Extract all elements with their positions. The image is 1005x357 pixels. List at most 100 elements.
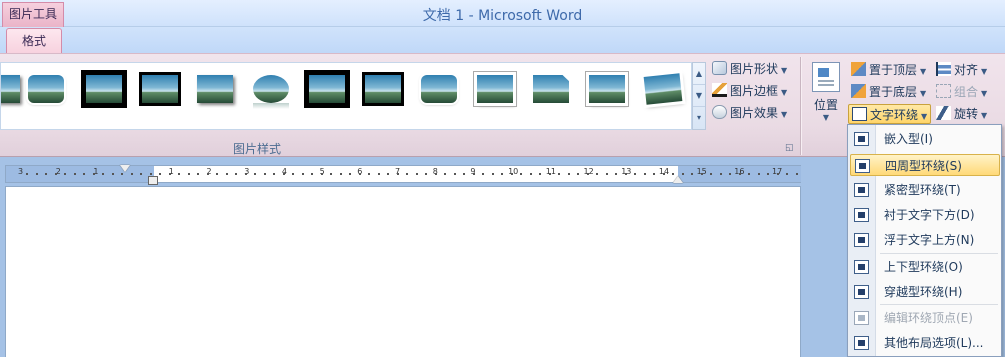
ruler-dot bbox=[64, 173, 66, 175]
style-thumb[interactable] bbox=[250, 72, 294, 109]
right-indent-marker[interactable] bbox=[673, 176, 683, 183]
style-thumb[interactable] bbox=[1, 72, 25, 108]
send-to-back-icon bbox=[851, 84, 866, 98]
style-thumb[interactable] bbox=[362, 72, 406, 108]
ruler-dot bbox=[292, 173, 294, 175]
ruler-dot bbox=[26, 173, 28, 175]
document-page[interactable] bbox=[5, 186, 801, 357]
ruler-dot bbox=[254, 173, 256, 175]
menu-item-label: 浮于文字上方(N) bbox=[884, 233, 975, 247]
ruler-dot bbox=[149, 173, 152, 175]
wrap-style-icon bbox=[854, 132, 869, 146]
menu-item-square[interactable]: 四周型环绕(S) bbox=[850, 154, 1000, 176]
picture-border-button[interactable]: 图片边框 ▼ bbox=[712, 81, 787, 101]
menu-item-in-front-of-text[interactable]: 浮于文字上方(N) bbox=[850, 229, 1000, 251]
menu-item-through[interactable]: 穿越型环绕(H) bbox=[850, 281, 1000, 303]
first-line-indent-marker[interactable] bbox=[120, 165, 130, 172]
ruler-dot bbox=[320, 173, 323, 175]
ruler-dot bbox=[548, 173, 551, 175]
ruler-dot bbox=[197, 173, 199, 175]
ruler-dot bbox=[729, 173, 731, 175]
ruler-dot bbox=[83, 173, 85, 175]
align-label: 对齐 bbox=[954, 63, 979, 77]
picture-shape-icon bbox=[712, 61, 727, 75]
picture-effects-icon bbox=[712, 105, 727, 119]
menu-item-label: 紧密型环绕(T) bbox=[884, 183, 961, 197]
bring-to-front-button[interactable]: 置于顶层 ▼ bbox=[851, 60, 926, 80]
style-thumb[interactable] bbox=[530, 72, 574, 108]
group-button[interactable]: 组合 ▼ bbox=[936, 82, 987, 102]
style-thumb[interactable] bbox=[418, 72, 462, 108]
picture-styles-gallery bbox=[0, 62, 692, 130]
picture-border-label: 图片边框 bbox=[730, 84, 779, 98]
ruler-dot bbox=[539, 173, 541, 175]
menu-item-top-and-bottom[interactable]: 上下型环绕(O) bbox=[850, 256, 1000, 278]
picture-styles-group-label: 图片样式 bbox=[232, 142, 281, 156]
gallery-more-icon[interactable]: ▾ bbox=[693, 107, 705, 129]
menu-item-behind-text[interactable]: 衬于文字下方(D) bbox=[850, 204, 1000, 226]
ruler-dot bbox=[301, 173, 304, 175]
ruler-dot bbox=[681, 173, 684, 175]
send-to-back-button[interactable]: 置于底层 ▼ bbox=[851, 82, 926, 102]
menu-item-label: 上下型环绕(O) bbox=[884, 260, 963, 274]
menu-item-label: 穿越型环绕(H) bbox=[884, 285, 963, 299]
ruler-dot bbox=[738, 173, 741, 175]
position-label: 位置 bbox=[813, 98, 838, 112]
style-thumb[interactable] bbox=[474, 72, 518, 108]
picture-effects-button[interactable]: 图片效果 ▼ bbox=[712, 103, 787, 123]
wrap-style-icon bbox=[855, 159, 870, 173]
style-thumb[interactable] bbox=[586, 72, 630, 108]
ruler-dot bbox=[691, 173, 693, 175]
wrap-style-icon bbox=[854, 260, 869, 274]
ruler-dot bbox=[35, 173, 38, 175]
ruler-dot bbox=[45, 173, 47, 175]
ruler-dot bbox=[672, 173, 674, 175]
dialog-launcher-icon[interactable]: ◱ bbox=[785, 143, 795, 153]
menu-item-more-layout-options[interactable]: 其他布局选项(L)... bbox=[850, 332, 1000, 354]
chevron-down-icon: ▼ bbox=[920, 89, 927, 98]
menu-item-edit-wrap-points[interactable]: 编辑环绕顶点(E) bbox=[850, 307, 1000, 329]
gallery-scrollbar[interactable]: ▲ ▼ ▾ bbox=[692, 62, 706, 130]
align-button[interactable]: 对齐 ▼ bbox=[936, 60, 987, 80]
ruler-dot bbox=[634, 173, 636, 175]
ruler-dot bbox=[558, 173, 560, 175]
style-thumb[interactable] bbox=[194, 72, 238, 108]
ruler-dot bbox=[577, 173, 579, 175]
style-thumb[interactable] bbox=[81, 70, 127, 108]
ruler-dot bbox=[311, 173, 313, 175]
scroll-up-icon[interactable]: ▲ bbox=[693, 63, 705, 85]
wrap-style-icon bbox=[854, 285, 869, 299]
style-thumb[interactable] bbox=[139, 72, 183, 108]
scroll-down-icon[interactable]: ▼ bbox=[693, 85, 705, 107]
picture-shape-button[interactable]: 图片形状 ▼ bbox=[712, 59, 787, 79]
text-wrapping-menu: 嵌入型(I) 四周型环绕(S) 紧密型环绕(T) 衬于文字下方(D) 浮于文字上方(N)… bbox=[847, 124, 1002, 357]
chevron-down-icon: ▼ bbox=[981, 111, 988, 120]
menu-item-label: 嵌入型(I) bbox=[884, 132, 933, 146]
text-wrapping-button[interactable]: 文字环绕 ▼ bbox=[848, 104, 932, 124]
style-thumb[interactable] bbox=[642, 72, 686, 108]
style-thumb[interactable] bbox=[25, 72, 69, 108]
ruler-dot bbox=[567, 173, 570, 175]
style-thumb[interactable] bbox=[304, 70, 350, 108]
tab-format[interactable]: 格式 bbox=[6, 28, 62, 54]
ruler-dot bbox=[235, 173, 237, 175]
ruler-dot bbox=[111, 173, 114, 175]
ruler-dot bbox=[102, 173, 104, 175]
position-button[interactable]: 位置 ▼ bbox=[808, 60, 844, 132]
chevron-down-icon: ▼ bbox=[781, 88, 788, 97]
ruler-dot bbox=[662, 173, 665, 175]
send-to-back-label: 置于底层 bbox=[869, 85, 918, 99]
title-bar: 图片工具 文档 1 - Microsoft Word bbox=[0, 0, 1005, 27]
ruler-dot bbox=[501, 173, 503, 175]
left-indent-marker[interactable] bbox=[148, 176, 158, 185]
ruler-dot bbox=[605, 173, 608, 175]
ruler-dot bbox=[529, 173, 532, 175]
menu-item-tight[interactable]: 紧密型环绕(T) bbox=[850, 179, 1000, 201]
wrap-style-icon bbox=[854, 183, 869, 197]
rotate-button[interactable]: 旋转 ▼ bbox=[936, 104, 987, 124]
ruler-dot bbox=[767, 173, 769, 175]
menu-item-inline[interactable]: 嵌入型(I) bbox=[850, 128, 1000, 150]
chevron-down-icon: ▼ bbox=[921, 112, 928, 121]
ruler-dot bbox=[368, 173, 370, 175]
ruler-dot bbox=[624, 173, 627, 175]
